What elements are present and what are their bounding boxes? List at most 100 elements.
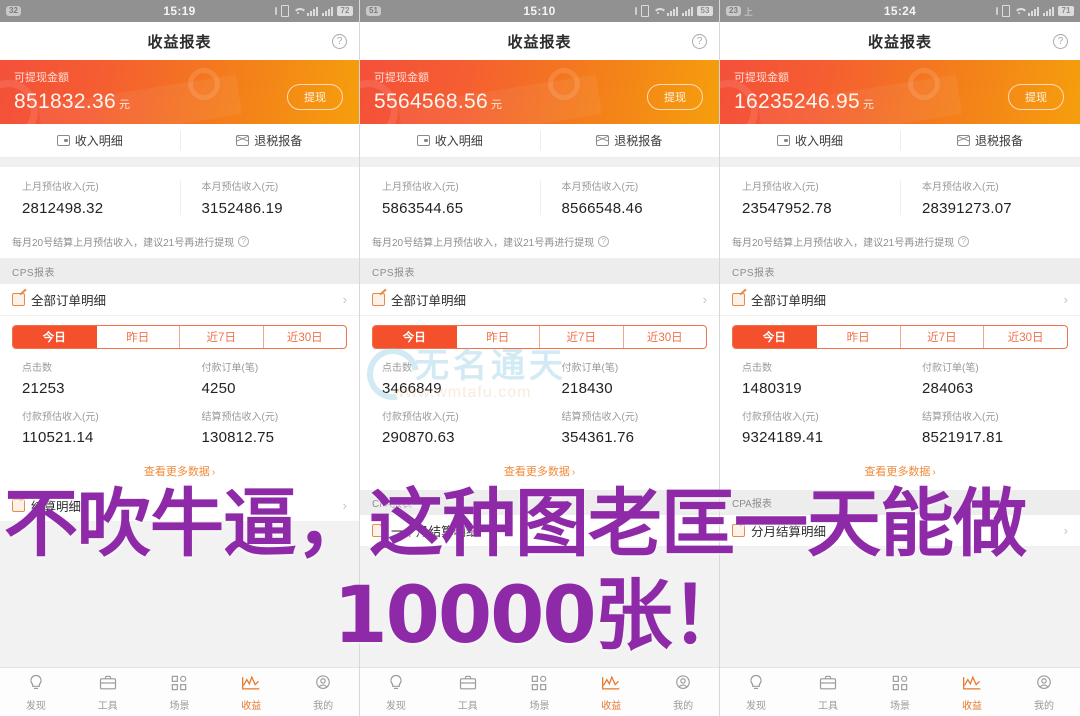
user-icon — [1034, 673, 1054, 693]
tab-发现[interactable]: 发现 — [360, 673, 432, 712]
stat-settle-income: 结算预估收入(元) 354361.76 — [540, 408, 720, 457]
date-range-tab-1[interactable]: 昨日 — [457, 326, 540, 348]
estimate-label: 本月预估收入(元) — [922, 182, 999, 193]
date-range-tab-3[interactable]: 近30日 — [264, 326, 347, 348]
battery-indicator: 53 — [697, 6, 713, 16]
page-title: 收益报表 — [867, 33, 932, 51]
stat-label: 付款预估收入(元) — [382, 412, 459, 423]
stat-value: 21253 — [22, 380, 65, 397]
tab-发现[interactable]: 发现 — [720, 673, 792, 712]
status-bar: 32 15:19 72 — [0, 0, 359, 22]
date-range-tab-3[interactable]: 近30日 — [624, 326, 707, 348]
stat-clicks: 点击数 3466849 — [360, 359, 540, 408]
settlement-notice: 每月20号结算上月预估收入，建议21号再进行提现? — [720, 227, 1080, 259]
date-range-tab-2[interactable]: 近7日 — [901, 326, 985, 348]
date-range-tab-3[interactable]: 近30日 — [984, 326, 1067, 348]
tax-refund-entry[interactable]: 退税报备 — [179, 124, 360, 157]
tab-场景[interactable]: 场景 — [864, 673, 936, 712]
estimate-value: 3152486.19 — [201, 200, 283, 217]
tab-工具[interactable]: 工具 — [792, 673, 864, 712]
stat-label: 付款订单(笔) — [561, 363, 619, 374]
tab-label: 收益 — [962, 700, 982, 712]
view-more-data-link[interactable]: 查看更多数据 › — [720, 461, 1080, 490]
alarm-icon — [635, 7, 637, 15]
view-more-data-link[interactable]: 查看更多数据 › — [0, 461, 359, 490]
tab-label: 发现 — [746, 700, 766, 712]
wallet-icon — [776, 135, 790, 146]
help-icon[interactable]: ? — [332, 33, 347, 49]
settle-detail-label: 结算明细 — [31, 500, 82, 514]
month-settle-detail-row[interactable]: 一个月结算明细 › — [360, 515, 719, 547]
three-phone-screenshots: 32 15:19 72 收益报表? 可提现金额 851832.36 元提现 收入明细 退税报备上… — [0, 0, 1080, 716]
tab-收益[interactable]: 收益 — [936, 673, 1008, 712]
tab-我的[interactable]: 我的 — [1008, 673, 1080, 712]
stat-paid-income: 付款预估收入(元) 110521.14 — [0, 408, 180, 457]
user-icon — [673, 673, 693, 693]
withdraw-button[interactable]: 提现 — [647, 84, 703, 110]
tax-refund-entry[interactable]: 退税报备 — [900, 124, 1080, 157]
section-gap — [360, 158, 719, 167]
chevron-right-icon: › — [932, 467, 936, 478]
view-more-data-link[interactable]: 查看更多数据 › — [360, 461, 719, 490]
estimate-last-month: 上月预估收入(元) 23547952.78 — [720, 178, 900, 217]
estimate-value: 2812498.32 — [22, 200, 104, 217]
all-orders-row[interactable]: 全部订单明细 › — [360, 284, 719, 316]
tab-工具[interactable]: 工具 — [72, 673, 144, 712]
chevron-right-icon: › — [571, 467, 576, 478]
status-bar-right: 72 — [275, 5, 353, 17]
date-range-tab-0[interactable]: 今日 — [13, 326, 97, 348]
balance-label: 可提现金额 — [374, 72, 429, 84]
estimate-this-month: 本月预估收入(元) 3152486.19 — [179, 178, 360, 217]
alarm-icon — [275, 7, 277, 15]
settlement-notice-text: 每月20号结算上月预估收入，建议21号再进行提现 — [732, 238, 955, 249]
tab-工具[interactable]: 工具 — [432, 673, 504, 712]
date-range-tab-1[interactable]: 昨日 — [97, 326, 180, 348]
date-range-tab-2[interactable]: 近7日 — [540, 326, 624, 348]
all-orders-row[interactable]: 全部订单明细 › — [720, 284, 1080, 316]
tab-收益[interactable]: 收益 — [575, 673, 647, 712]
estimate-label: 本月预估收入(元) — [201, 182, 279, 193]
withdraw-button[interactable]: 提现 — [1008, 84, 1064, 110]
stat-value: 218430 — [561, 380, 613, 397]
settle-detail-row[interactable]: 结算明细 › — [0, 490, 359, 522]
info-icon[interactable]: ? — [598, 236, 610, 247]
chevron-right-icon: › — [702, 292, 707, 307]
quick-entry-row: 收入明细 退税报备 — [360, 124, 719, 158]
tab-场景[interactable]: 场景 — [144, 673, 216, 712]
stat-paid-orders: 付款订单(笔) 218430 — [540, 359, 720, 408]
date-range-tab-2[interactable]: 近7日 — [180, 326, 264, 348]
income-detail-entry[interactable]: 收入明细 — [0, 124, 180, 157]
cps-section-header: CPS报表 — [0, 259, 359, 284]
date-range-tabs-wrap: 今日 昨日 近7日 近30日 — [0, 316, 359, 349]
all-orders-row[interactable]: 全部订单明细 › — [0, 284, 359, 316]
cpa-settle-detail-row[interactable]: 分月结算明细 › — [720, 515, 1080, 547]
tab-发现[interactable]: 发现 — [0, 673, 72, 712]
stat-label: 付款订单(笔) — [922, 363, 979, 374]
tax-refund-entry[interactable]: 退税报备 — [539, 124, 720, 157]
estimate-label: 上月预估收入(元) — [742, 182, 819, 193]
balance-label: 可提现金额 — [14, 72, 69, 84]
cps-section-header: CPS报表 — [360, 259, 719, 284]
help-icon[interactable]: ? — [1053, 33, 1068, 49]
income-detail-entry[interactable]: 收入明细 — [360, 124, 540, 157]
lightbulb-icon — [746, 673, 766, 693]
tab-我的[interactable]: 我的 — [647, 673, 719, 712]
help-icon[interactable]: ? — [692, 33, 707, 49]
tab-收益[interactable]: 收益 — [215, 673, 287, 712]
stat-paid-income: 付款预估收入(元) 9324189.41 — [720, 408, 900, 457]
date-range-tab-0[interactable]: 今日 — [373, 326, 457, 348]
withdraw-button[interactable]: 提现 — [287, 84, 343, 110]
status-bar: 51 15:10 53 — [360, 0, 719, 22]
cps-stats-grid: 点击数 1480319 付款订单(笔) 284063 付款预估收入(元) 9324189.… — [720, 349, 1080, 461]
income-detail-entry[interactable]: 收入明细 — [720, 124, 900, 157]
date-range-tab-1[interactable]: 昨日 — [817, 326, 901, 348]
status-bar-left: 51 — [366, 6, 381, 16]
date-range-tab-0[interactable]: 今日 — [733, 326, 817, 348]
vibrate-icon — [281, 5, 289, 17]
tab-我的[interactable]: 我的 — [287, 673, 359, 712]
stat-paid-income: 付款预估收入(元) 290870.63 — [360, 408, 540, 457]
estimate-value: 23547952.78 — [742, 200, 832, 217]
info-icon[interactable]: ? — [238, 236, 250, 247]
info-icon[interactable]: ? — [958, 236, 970, 247]
tab-场景[interactable]: 场景 — [504, 673, 576, 712]
